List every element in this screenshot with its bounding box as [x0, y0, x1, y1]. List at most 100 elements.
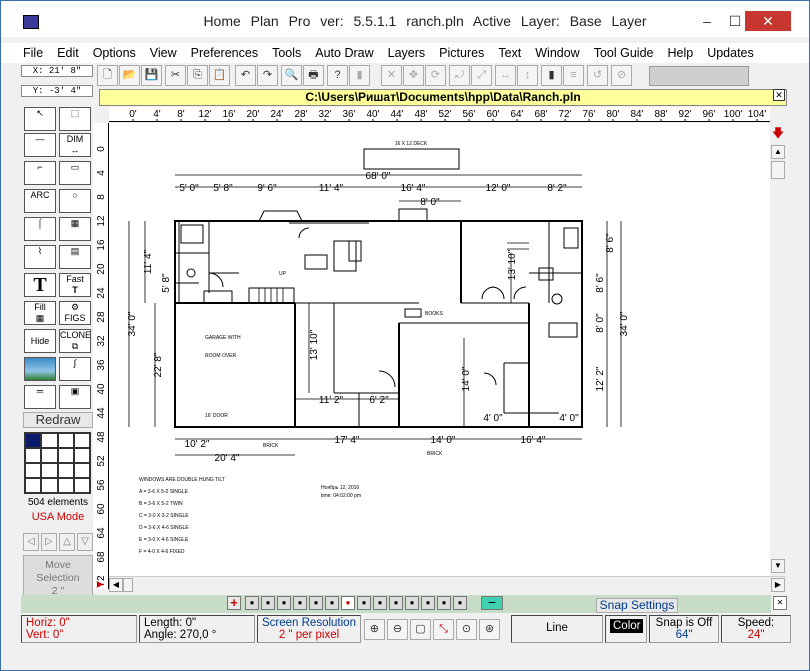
menu-edit[interactable]: Edit — [57, 43, 79, 63]
swatch-cell[interactable] — [25, 448, 42, 463]
select-arrow-icon[interactable]: ↖ — [24, 107, 56, 131]
print-preview-icon[interactable]: 🔍 — [281, 65, 302, 86]
undo-all-icon[interactable]: ↺ — [587, 65, 608, 86]
open-icon[interactable]: 📂 — [119, 65, 140, 86]
swatch-cell[interactable] — [25, 478, 42, 493]
layer-slot[interactable]: ● — [453, 596, 467, 610]
layer-slot[interactable]: ● — [261, 596, 275, 610]
add-layer-button[interactable]: + — [227, 596, 241, 610]
layer-slot[interactable]: ● — [373, 596, 387, 610]
new-icon[interactable]: 🗋 — [97, 65, 118, 86]
figures-button[interactable]: ⚙ FIGS — [59, 301, 91, 325]
menu-tools[interactable]: Tools — [272, 43, 301, 63]
rectangle-tool-icon[interactable]: ▭ — [59, 161, 91, 185]
swatch-cell[interactable] — [25, 433, 42, 448]
hatch-tool-icon[interactable]: ▤ — [59, 245, 91, 269]
menu-pictures[interactable]: Pictures — [439, 43, 484, 63]
hscroll-thumb[interactable] — [123, 578, 133, 592]
menu-layers[interactable]: Layers — [388, 43, 426, 63]
wall-icon[interactable]: ▮ — [541, 65, 562, 86]
menu-text[interactable]: Text — [498, 43, 521, 63]
dimension-button[interactable]: DIM ↔ — [59, 133, 91, 157]
wall-tool-icon[interactable]: ⌐ — [24, 161, 56, 185]
close-button[interactable]: ✕ — [745, 11, 791, 31]
menu-updates[interactable]: Updates — [707, 43, 754, 63]
scroll-up-icon[interactable]: ▲ — [771, 145, 785, 159]
swatch-cell[interactable] — [57, 448, 74, 463]
undo-icon[interactable]: ↶ — [235, 65, 256, 86]
menu-tool-guide[interactable]: Tool Guide — [594, 43, 654, 63]
swatch-cell[interactable] — [73, 433, 90, 448]
curve-tool-icon[interactable]: ∫ — [59, 357, 91, 381]
layer-slot[interactable]: ● — [309, 596, 323, 610]
grid-tool-icon[interactable]: ▦ — [59, 217, 91, 241]
layer-slot[interactable]: ● — [437, 596, 451, 610]
snap-settings-button[interactable]: Snap Settings — [596, 598, 678, 613]
lines-icon[interactable]: ≡ — [563, 65, 584, 86]
paste-icon[interactable]: 📋 — [209, 65, 230, 86]
swatch-cell[interactable] — [41, 478, 58, 493]
flip-h-icon[interactable]: ↔ — [495, 65, 516, 86]
arc-tool-icon[interactable]: ARC — [24, 189, 56, 213]
menu-preferences[interactable]: Preferences — [191, 43, 258, 63]
zoom-previous-icon[interactable]: ⊙ — [456, 619, 477, 640]
cut-icon[interactable]: ✂ — [165, 65, 186, 86]
menu-options[interactable]: Options — [93, 43, 136, 63]
zoom-all-icon[interactable]: ⊛ — [479, 619, 500, 640]
screen-resolution[interactable]: Screen Resolution 2 " per pixel — [257, 615, 361, 643]
usa-mode-label[interactable]: USA Mode — [23, 511, 93, 523]
line-style-selector[interactable]: Line — [511, 615, 603, 643]
flip-v-icon[interactable]: ↕ — [517, 65, 538, 86]
vertical-scrollbar[interactable]: 🡇 ▲ ▼ — [770, 123, 786, 589]
swatch-cell[interactable] — [73, 448, 90, 463]
line-tool-icon[interactable]: — — [24, 133, 56, 157]
move-right-icon[interactable]: ▷ — [41, 533, 57, 551]
book-icon[interactable]: ▮ — [349, 65, 370, 86]
swatch-cell[interactable] — [25, 463, 42, 478]
swatch-cell[interactable] — [57, 463, 74, 478]
layer-slot[interactable]: ● — [245, 596, 259, 610]
swatch-cell[interactable] — [57, 478, 74, 493]
fast-text-button[interactable]: Fast T — [59, 273, 91, 297]
move-up-icon[interactable]: △ — [59, 533, 75, 551]
move-icon[interactable]: ✥ — [403, 65, 424, 86]
layer-slot[interactable]: ● — [421, 596, 435, 610]
delete-icon[interactable]: ✕ — [381, 65, 402, 86]
menu-window[interactable]: Window — [535, 43, 579, 63]
menu-view[interactable]: View — [150, 43, 177, 63]
fill-button[interactable]: Fill ▦ — [24, 301, 56, 325]
zoom-out-icon[interactable]: ⊖ — [387, 619, 408, 640]
move-down-icon[interactable]: ▽ — [77, 533, 93, 551]
scroll-down-icon[interactable]: ▼ — [771, 559, 785, 573]
horizontal-scrollbar[interactable]: ◀ ▶ — [109, 576, 786, 592]
layer-slot[interactable]: ● — [389, 596, 403, 610]
step-line-icon[interactable]: ⌇ — [24, 245, 56, 269]
scroll-right-icon[interactable]: ▶ — [771, 578, 785, 592]
select-box-icon[interactable]: ⬚ — [59, 107, 91, 131]
swatch-cell[interactable] — [73, 463, 90, 478]
zoom-in-icon[interactable]: ⊕ — [364, 619, 385, 640]
path-bar-close-icon[interactable]: ✕ — [773, 89, 785, 101]
layer-slot[interactable]: ● — [293, 596, 307, 610]
circle-tool-icon[interactable]: ○ — [59, 189, 91, 213]
scroll-thumb[interactable] — [771, 161, 785, 179]
speed-status[interactable]: Speed: 24" — [721, 615, 791, 643]
zoom-page-icon[interactable]: ▢ — [410, 619, 431, 640]
copy-icon[interactable]: ⎘ — [187, 65, 208, 86]
scroll-left-icon[interactable]: ◀ — [109, 578, 123, 592]
help-icon[interactable]: ? — [327, 65, 348, 86]
swatch-cell[interactable] — [41, 463, 58, 478]
frame-tool-icon[interactable]: ▣ — [59, 385, 91, 409]
redo-icon[interactable]: ↷ — [257, 65, 278, 86]
redraw-button[interactable]: Redraw — [23, 412, 93, 428]
rotate-90-icon[interactable]: ⤾ — [449, 65, 470, 86]
menu-auto-draw[interactable]: Auto Draw — [315, 43, 373, 63]
move-left-icon[interactable]: ◁ — [23, 533, 39, 551]
color-swatch-grid[interactable] — [24, 432, 91, 494]
layer-slot[interactable]: ● — [405, 596, 419, 610]
layer-slot[interactable]: ● — [357, 596, 371, 610]
color-selector[interactable]: Color — [605, 615, 647, 643]
layer-slot[interactable]: ● — [277, 596, 291, 610]
remove-layer-button[interactable]: − — [481, 595, 503, 610]
door-tool-icon[interactable]: ⌠ — [24, 217, 56, 241]
